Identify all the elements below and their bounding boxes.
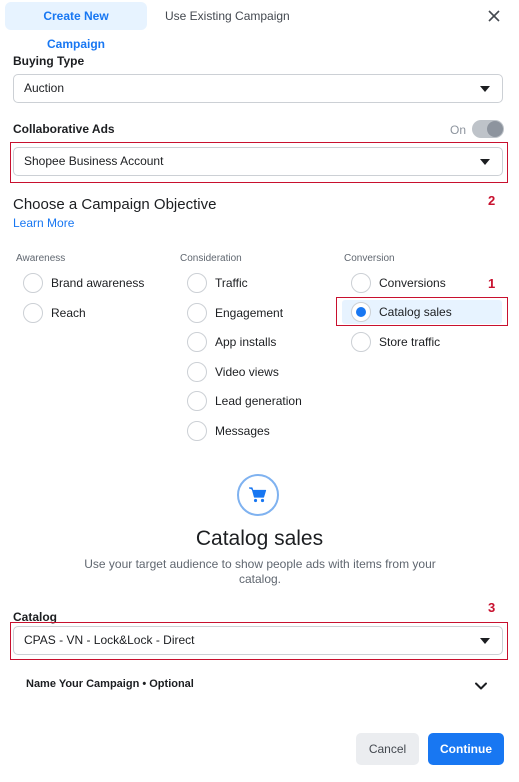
buying-type-label: Buying Type bbox=[13, 54, 85, 68]
learn-more-link[interactable]: Learn More bbox=[13, 216, 74, 230]
collaborative-ads-toggle[interactable] bbox=[472, 120, 504, 138]
objective-conversions[interactable]: Conversions bbox=[351, 271, 446, 295]
caret-down-icon bbox=[480, 159, 490, 165]
objective-label: Conversions bbox=[379, 276, 446, 290]
column-title-consideration: Consideration bbox=[180, 253, 242, 264]
tab-create-new-campaign[interactable]: Create New Campaign bbox=[5, 2, 147, 51]
shopping-cart-icon bbox=[237, 474, 279, 516]
radio-button[interactable] bbox=[187, 273, 207, 293]
collaborative-ads-account-select[interactable]: Shopee Business Account bbox=[13, 147, 503, 176]
tab-use-existing-campaign[interactable]: Use Existing Campaign bbox=[157, 2, 298, 30]
radio-button[interactable] bbox=[23, 273, 43, 293]
objective-reach[interactable]: Reach bbox=[23, 301, 86, 325]
radio-button[interactable] bbox=[351, 273, 371, 293]
radio-button[interactable] bbox=[187, 421, 207, 441]
objective-video-views[interactable]: Video views bbox=[187, 360, 279, 384]
collaborative-ads-account-value: Shopee Business Account bbox=[24, 154, 164, 168]
radio-button[interactable] bbox=[187, 303, 207, 323]
annotation-number-2: 2 bbox=[488, 193, 496, 208]
close-icon[interactable] bbox=[484, 6, 504, 26]
radio-button[interactable] bbox=[187, 362, 207, 382]
objective-heading: Choose a Campaign Objective bbox=[13, 196, 217, 213]
annotation-number-1: 1 bbox=[488, 276, 496, 291]
objective-label: Traffic bbox=[215, 276, 248, 290]
collaborative-ads-label: Collaborative Ads bbox=[13, 122, 115, 136]
catalog-value: CPAS - VN - Lock&Lock - Direct bbox=[24, 633, 195, 647]
objective-label: Messages bbox=[215, 424, 270, 438]
toggle-knob bbox=[487, 121, 503, 137]
radio-button-checked[interactable] bbox=[351, 302, 371, 322]
objective-store-traffic[interactable]: Store traffic bbox=[351, 330, 440, 354]
caret-down-icon bbox=[480, 638, 490, 644]
buying-type-select[interactable]: Auction bbox=[13, 74, 503, 103]
catalog-select[interactable]: CPAS - VN - Lock&Lock - Direct bbox=[13, 626, 503, 655]
objective-label: Catalog sales bbox=[379, 305, 452, 319]
objective-app-installs[interactable]: App installs bbox=[187, 330, 276, 354]
objective-label: Brand awareness bbox=[51, 276, 145, 290]
selected-objective-title: Catalog sales bbox=[195, 527, 324, 550]
objective-messages[interactable]: Messages bbox=[187, 419, 270, 443]
objective-label: App installs bbox=[215, 335, 277, 349]
objective-label: Video views bbox=[215, 365, 279, 379]
buying-type-value: Auction bbox=[24, 81, 65, 95]
continue-button[interactable]: Continue bbox=[428, 733, 504, 765]
objective-label: Engagement bbox=[215, 306, 284, 320]
objective-lead-generation[interactable]: Lead generation bbox=[187, 389, 302, 413]
objective-brand-awareness[interactable]: Brand awareness bbox=[23, 271, 144, 295]
cancel-button[interactable]: Cancel bbox=[356, 733, 419, 765]
objective-label: Reach bbox=[51, 306, 86, 320]
annotation-number-3: 3 bbox=[488, 600, 496, 615]
selected-objective-description: Use your target audience to show people … bbox=[84, 557, 436, 586]
catalog-label: Catalog bbox=[13, 610, 58, 624]
chevron-down-icon[interactable] bbox=[473, 678, 489, 694]
radio-button[interactable] bbox=[23, 303, 43, 323]
objective-catalog-sales[interactable]: Catalog sales bbox=[351, 300, 452, 324]
caret-down-icon bbox=[480, 86, 490, 92]
objective-traffic[interactable]: Traffic bbox=[187, 271, 248, 295]
radio-button[interactable] bbox=[187, 391, 207, 411]
toggle-state-label: On bbox=[450, 123, 467, 137]
objective-label: Lead generation bbox=[215, 394, 302, 408]
name-campaign-toggle[interactable]: Name Your Campaign • Optional bbox=[26, 678, 194, 690]
radio-button[interactable] bbox=[187, 332, 207, 352]
column-title-awareness: Awareness bbox=[16, 253, 66, 264]
objective-engagement[interactable]: Engagement bbox=[187, 301, 283, 325]
column-title-conversion: Conversion bbox=[344, 253, 395, 264]
radio-button[interactable] bbox=[351, 332, 371, 352]
objective-label: Store traffic bbox=[379, 335, 441, 349]
